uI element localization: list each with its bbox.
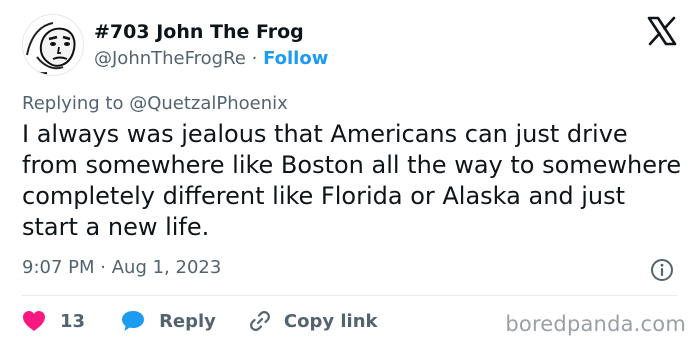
- link-icon: [249, 311, 270, 331]
- like-count: 13: [60, 310, 86, 332]
- tweet-date: Aug 1, 2023: [111, 257, 222, 278]
- tweet-text: I always was jealous that Americans can …: [22, 120, 682, 241]
- reply-handle[interactable]: @QuetzalPhoenix: [129, 93, 288, 114]
- heart-icon: [23, 311, 45, 331]
- divider: [22, 295, 678, 296]
- frog-face-avatar-icon: [23, 15, 83, 75]
- like-button[interactable]: 13: [22, 310, 85, 332]
- separator-dot: ·: [251, 48, 258, 69]
- action-bar: 13 Reply Copy link: [22, 308, 378, 334]
- x-logo-icon[interactable]: [647, 16, 677, 46]
- tweet-timestamp[interactable]: 9:07 PM · Aug 1, 2023: [22, 257, 221, 278]
- info-icon[interactable]: [650, 258, 674, 282]
- copy-link-label: Copy link: [283, 310, 378, 332]
- watermark: boredpanda.com: [505, 312, 686, 336]
- replying-to-label: Replying to: [22, 93, 124, 114]
- user-handle[interactable]: @JohnTheFrogRe: [94, 48, 246, 69]
- handle-row: @JohnTheFrogRe · Follow: [94, 48, 328, 69]
- tweet-time: 9:07 PM: [22, 257, 95, 278]
- display-name[interactable]: #703 John The Frog: [94, 21, 304, 43]
- follow-button[interactable]: Follow: [263, 48, 328, 69]
- separator-dot: ·: [100, 257, 106, 278]
- reply-button[interactable]: Reply: [121, 310, 216, 332]
- avatar[interactable]: [22, 14, 84, 76]
- speech-bubble-icon: [122, 311, 145, 331]
- replying-to: Replying to @QuetzalPhoenix: [22, 93, 288, 114]
- copy-link-button[interactable]: Copy link: [248, 309, 378, 333]
- reply-label: Reply: [159, 310, 216, 332]
